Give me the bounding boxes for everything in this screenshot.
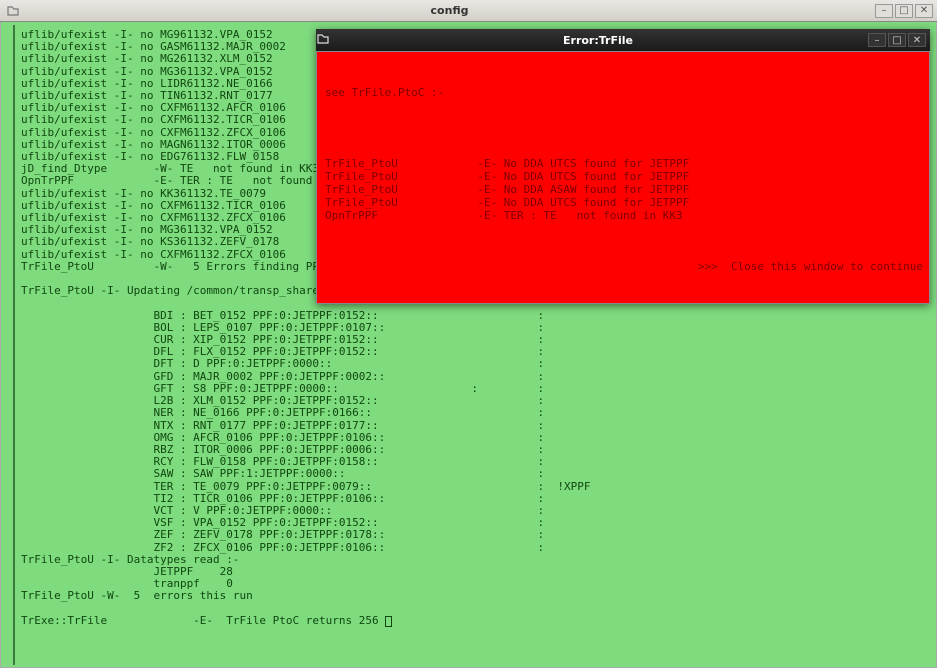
- error-window-title: Error:TrFile: [330, 34, 866, 47]
- error-body[interactable]: see TrFile.PtoC :- TrFile_PtoU -E- No DD…: [316, 51, 930, 304]
- terminal-line: TER : TE_0079 PPF:0:JETPPF:0079:: : !XPP…: [21, 481, 896, 493]
- app-icon: [4, 2, 22, 20]
- terminal-line: [21, 603, 896, 615]
- terminal-line: ZF2 : ZFCX_0106 PPF:0:JETPPF:0106:: :: [21, 542, 896, 554]
- main-titlebar: config – □ ✕: [0, 0, 937, 22]
- error-window: Error:TrFile – □ ✕ see TrFile.PtoC :- Tr…: [316, 29, 930, 304]
- terminal-line: ZEF : ZEFV_0178 PPF:0:JETPPF:0178:: :: [21, 529, 896, 541]
- terminal-line: TrExe::TrFile -E- TrFile PtoC returns 25…: [21, 615, 896, 627]
- maximize-button[interactable]: □: [895, 4, 913, 18]
- terminal-line: NER : NE_0166 PPF:0:JETPPF:0166:: :: [21, 407, 896, 419]
- cursor: [385, 616, 392, 627]
- error-line: TrFile_PtoU -E- No DDA ASAW found for JE…: [325, 183, 923, 196]
- terminal-line: DFT : D PPF:0:JETPPF:0000:: :: [21, 358, 896, 370]
- error-line: TrFile_PtoU -E- No DDA UTCS found for JE…: [325, 170, 923, 183]
- error-line: OpnTrPPF -E- TER : TE not found in KK3: [325, 209, 923, 222]
- close-button[interactable]: ✕: [915, 4, 933, 18]
- error-line: TrFile_PtoU -E- No DDA UTCS found for JE…: [325, 196, 923, 209]
- error-close-button[interactable]: ✕: [908, 33, 926, 47]
- error-line: TrFile_PtoU -E- No DDA UTCS found for JE…: [325, 157, 923, 170]
- error-lines: TrFile_PtoU -E- No DDA UTCS found for JE…: [325, 157, 923, 222]
- terminal-line: TrFile_PtoU -W- 5 errors this run: [21, 590, 896, 602]
- error-minimize-button[interactable]: –: [868, 33, 886, 47]
- terminal-line: NTX : RNT_0177 PPF:0:JETPPF:0177:: :: [21, 420, 896, 432]
- error-maximize-button[interactable]: □: [888, 33, 906, 47]
- main-window-controls: – □ ✕: [873, 4, 933, 18]
- error-app-icon: [316, 32, 330, 49]
- error-footer: >>> Close this window to continue: [325, 260, 923, 273]
- error-header-line: see TrFile.PtoC :-: [325, 86, 923, 99]
- error-titlebar: Error:TrFile – □ ✕: [316, 29, 930, 51]
- minimize-button[interactable]: –: [875, 4, 893, 18]
- error-window-controls: – □ ✕: [866, 33, 926, 47]
- terminal-line: SAW : SAW PPF:1:JETPPF:0000:: :: [21, 468, 896, 480]
- main-window-title: config: [26, 4, 873, 17]
